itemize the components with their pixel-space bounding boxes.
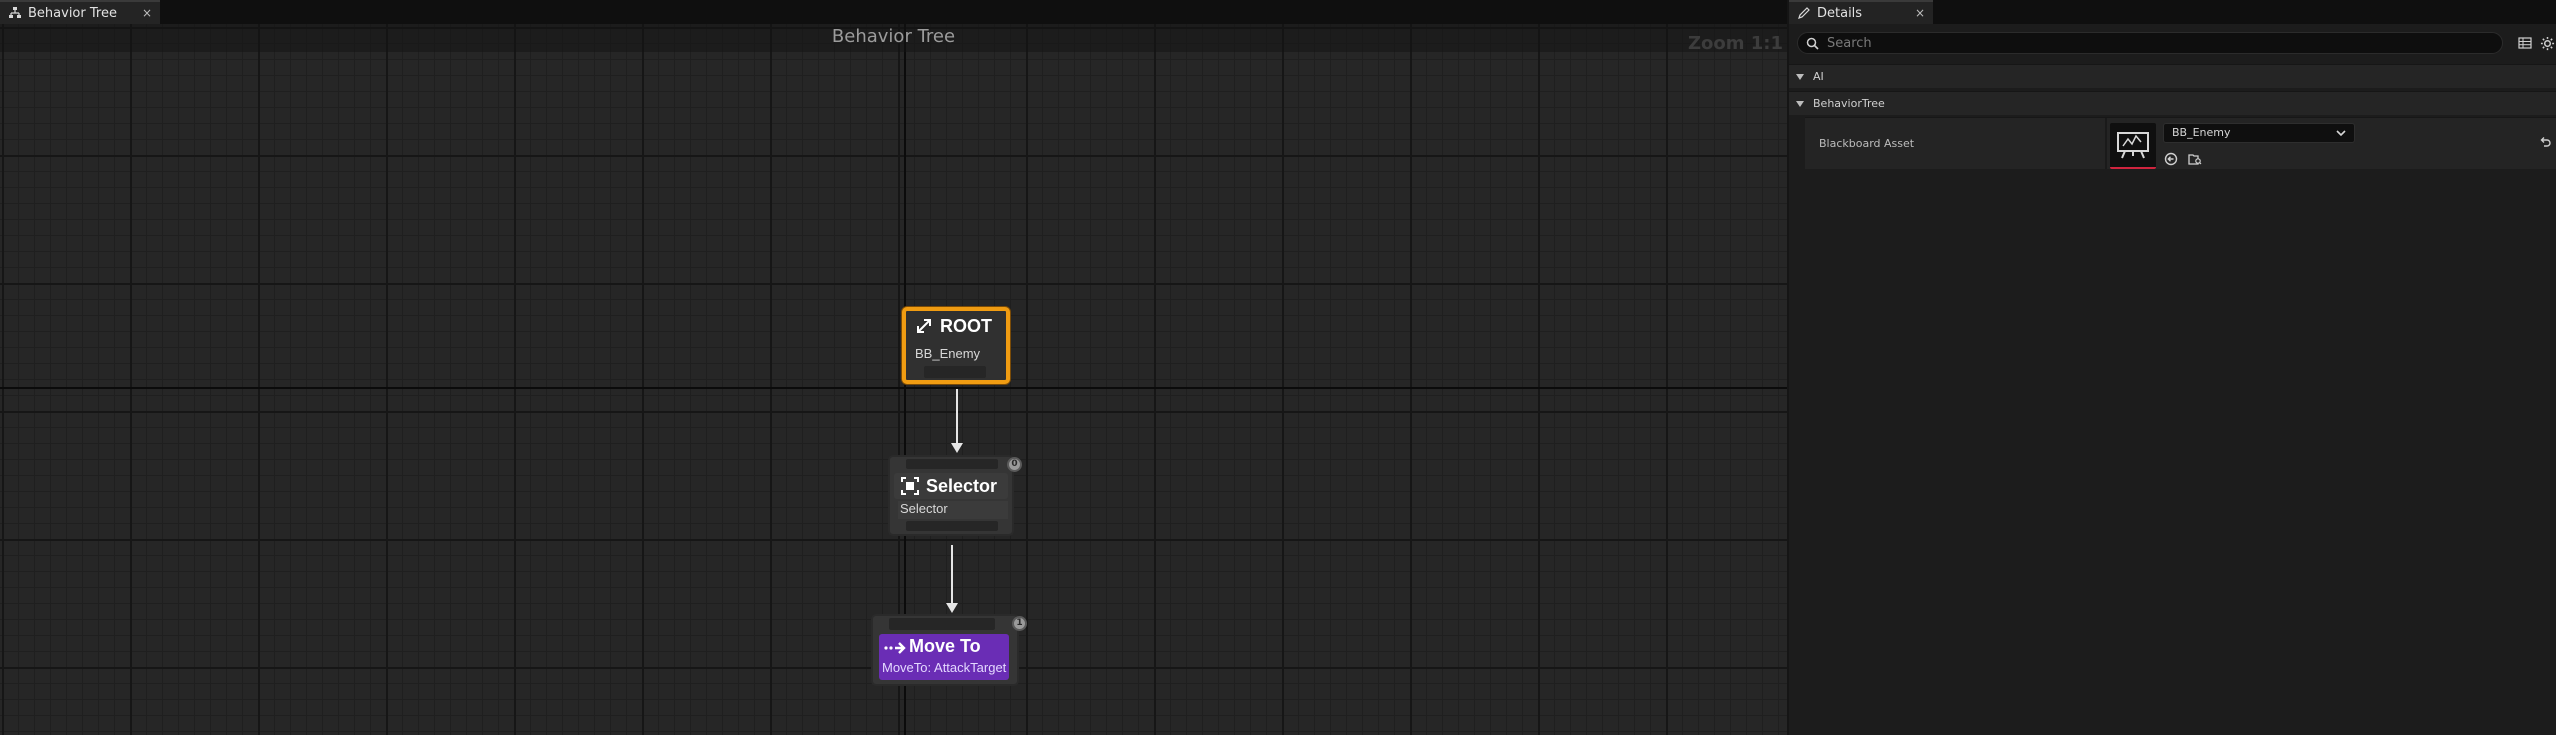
execution-order-badge: 1 [1012,616,1027,631]
use-selected-arrow-icon [2164,152,2178,166]
selector-node[interactable]: Selector Selector 0 [888,455,1022,536]
pencil-icon [1798,7,1810,19]
tab-label: Details [1817,5,1863,21]
selector-node-title: Selector [926,475,998,496]
caret-down-icon [1796,73,1804,80]
root-icon [917,319,931,333]
details-body: AI BehaviorTree Blackboard Asset BB_Enem… [1789,24,2556,735]
root-node-subtitle: BB_Enemy [915,346,981,361]
close-icon[interactable]: × [1915,7,1925,19]
category-behavior-tree[interactable]: BehaviorTree [1789,91,2556,115]
view-options-button[interactable] [2515,33,2535,53]
property-name: Blackboard Asset [1819,137,1915,150]
gear-icon [2540,36,2554,50]
search-icon [1806,37,1819,50]
root-node-title: ROOT [940,315,992,336]
wire-arrowhead [946,603,958,613]
reset-to-default-icon[interactable] [2538,136,2552,150]
output-pin[interactable] [906,521,998,531]
settings-button[interactable] [2537,33,2556,53]
search-row [1797,32,2554,54]
selector-node-header: Selector [894,473,1008,499]
asset-thumbnail[interactable] [2110,123,2156,169]
selector-node-subtitle: Selector [898,501,1008,519]
graph-editor-panel: Behavior Tree × Behavior Tree Zoom 1:1 R… [0,0,1787,735]
move-to-node[interactable]: Move To MoveTo: AttackTarget 1 [871,614,1027,686]
wire-arrowhead [951,443,963,453]
browse-asset-button[interactable] [2187,151,2203,167]
browse-folder-icon [2188,154,2202,165]
output-pin[interactable] [924,366,986,378]
root-node-header: ROOT [908,314,1004,338]
asset-picker-dropdown[interactable]: BB_Enemy [2163,123,2355,143]
use-selected-asset-button[interactable] [2163,151,2179,167]
input-pin[interactable] [889,618,995,630]
property-row-blackboard-asset: Blackboard Asset BB_Enemy [1805,117,2556,169]
category-ai[interactable]: AI [1789,64,2556,88]
tab-details[interactable]: Details × [1789,0,1933,24]
execution-order-badge: 0 [1007,457,1022,472]
category-label: BehaviorTree [1813,97,1885,110]
input-pin[interactable] [906,459,998,469]
selector-icon [901,477,919,495]
search-input[interactable] [1825,34,2485,52]
details-panel: Details × Search AI BehaviorTree Blackbo… [1789,0,2556,735]
move-to-node-title: Move To [909,636,981,656]
column-divider[interactable] [2105,118,2107,169]
blackboard-icon [2117,132,2149,159]
chevron-down-icon [2336,130,2346,137]
search-box[interactable] [1797,32,2503,54]
move-to-node-subtitle: MoveTo: AttackTarget [882,660,1007,675]
asset-picker-value: BB_Enemy [2172,126,2231,139]
move-to-icon [884,642,906,654]
table-view-icon [2518,37,2532,49]
details-tab-strip: Details × [1789,0,2556,24]
caret-down-icon [1796,100,1804,107]
category-label: AI [1813,70,1824,83]
root-node[interactable]: ROOT BB_Enemy [902,307,1010,384]
